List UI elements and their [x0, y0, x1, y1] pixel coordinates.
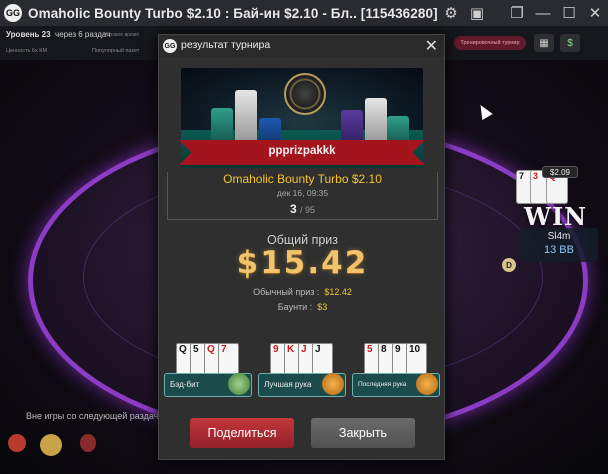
player-name: ppprizрakkk [268, 145, 336, 157]
award-label: Лучшая рука [264, 380, 312, 389]
seat-info-box: Sl4m 13 BB [520, 228, 598, 262]
chips-icon[interactable] [40, 434, 62, 456]
app-logo-icon: GG [4, 4, 22, 22]
emoji-icon[interactable] [80, 434, 96, 452]
close-window-icon[interactable]: ✕ [582, 0, 608, 26]
level-info: Уровень 23 через 6 раздач [6, 30, 111, 39]
sit-out-next-hand-label[interactable]: Вне игры со следующей раздачи [26, 411, 163, 421]
close-button[interactable]: Закрыть [311, 418, 415, 448]
dialog-header: GG результат турнира ✕ [159, 35, 444, 57]
finish-place: 3 / 95 [289, 202, 316, 216]
window-titlebar: GG Omaholic Bounty Turbo $2.10 : Бай-ин … [0, 0, 608, 26]
dealer-button-icon: D [502, 258, 516, 272]
tournament-date: дек 16, 09:35 [276, 188, 329, 198]
window-title: Omaholic Bounty Turbo $2.10 : Бай-ин $2.… [28, 5, 438, 21]
close-icon[interactable]: ✕ [425, 36, 438, 56]
maximize-icon[interactable]: ☐ [556, 0, 582, 26]
gear-icon[interactable]: ⚙ [438, 0, 464, 26]
dollar-icon[interactable]: $ [560, 34, 580, 52]
award-card: J [312, 343, 333, 375]
last-hand-emoji-icon [416, 373, 438, 395]
bad-beat-emoji-icon [228, 373, 250, 395]
best-hand-award[interactable]: 9 K J J Лучшая рука [258, 343, 346, 401]
minimize-icon[interactable]: — [530, 0, 556, 26]
seat-stack: 13 BB [544, 244, 574, 256]
cards-icon[interactable]: ▦ [534, 34, 554, 52]
tournament-result-dialog: GG результат турнира ✕ ppprizрakkk Omaho… [158, 34, 445, 460]
last-hand-award[interactable]: 5 8 9 10 Последняя рука [352, 343, 440, 401]
picture-icon[interactable]: ▣ [464, 0, 490, 26]
best-hand-emoji-icon [322, 373, 344, 395]
award-label: Бэд-бит [170, 380, 200, 389]
play-time-label: Игровое время [104, 32, 139, 38]
award-label: Последняя рука [358, 381, 407, 388]
regular-prize-row: Обычный приз : $12.42 [253, 287, 352, 297]
bad-beat-award[interactable]: Q 5 Q 7 Бэд-бит [164, 343, 252, 401]
value-left-label: Ценность 6х КМ [6, 48, 48, 54]
chip-icon [284, 73, 326, 115]
bounty-row: Баунти : $3 [277, 302, 328, 312]
win-label: WIN [524, 202, 588, 231]
award-card: 10 [406, 343, 427, 375]
award-cards: 5 8 9 10 [360, 343, 436, 377]
total-prize-value: $15.42 [236, 245, 369, 281]
practice-tournament-button[interactable]: Тренировочный турнир [454, 36, 526, 50]
seat-player-name: Sl4m [547, 231, 571, 242]
award-cards: Q 5 Q 7 [172, 343, 248, 377]
tournament-name: Omaholic Bounty Turbo $2.10 [223, 172, 382, 186]
emoji-icon[interactable] [8, 434, 26, 452]
seat-bet: $2.09 [542, 166, 578, 178]
dialog-title: результат турнира [181, 39, 271, 51]
tile-windows-icon[interactable]: ❐ [504, 0, 530, 26]
titlebar-controls: ⚙ ▣ ❐ — ☐ ✕ [438, 0, 608, 26]
player-seat[interactable]: 7 3 Q $2.09 WIN Sl4m 13 BB [516, 166, 598, 262]
app-logo-icon: GG [163, 39, 177, 53]
award-cards: 9 K J J [266, 343, 342, 377]
value-right-label: Популярный пакет [92, 48, 140, 54]
award-card: 7 [218, 343, 239, 375]
share-button[interactable]: Поделиться [190, 418, 294, 448]
